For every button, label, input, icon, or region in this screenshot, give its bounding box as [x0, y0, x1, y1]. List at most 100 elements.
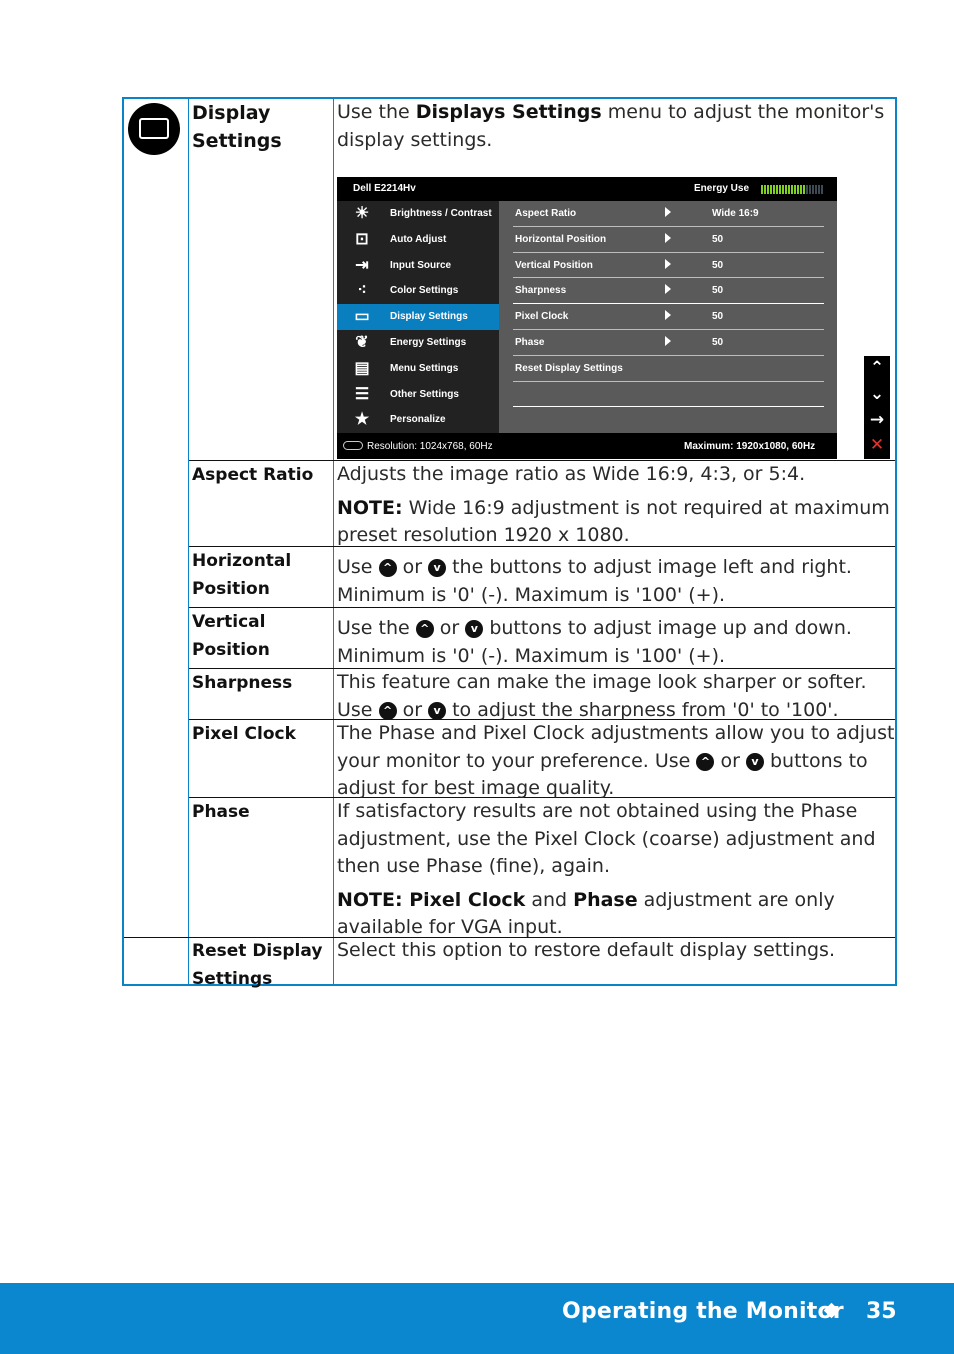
osd-submenu-item[interactable]: Pixel Clock 50 [513, 304, 824, 330]
osd-submenu-item[interactable]: Phase 50 [513, 330, 824, 356]
intro-text: Use the [337, 101, 416, 123]
osd-submenu-item[interactable]: Vertical Position 50 [513, 253, 824, 279]
up-chevron-icon[interactable]: ⌃ [864, 356, 890, 382]
energy-segment [821, 185, 823, 194]
desc-text: Minimum is '0' (-). Maximum is '100' (+)… [337, 583, 726, 606]
osd-menu-item-label: Other Settings [390, 388, 459, 400]
right-triangle-icon [665, 310, 671, 321]
energy-segment [788, 185, 790, 194]
row-label-phase: Phase [192, 802, 250, 822]
energy-segment [782, 185, 784, 194]
osd-menu-item[interactable]: ⁖ Color Settings [337, 278, 499, 304]
vga-connector-icon [343, 441, 363, 450]
chapter-title: Operating the Monitor [562, 1299, 844, 1324]
osd-menu: Dell E2214Hv Energy Use ☀ Brightness / Co… [337, 177, 837, 459]
note-bold: Phase [573, 888, 638, 911]
display-settings-icon [128, 103, 180, 155]
energy-segment [770, 185, 772, 194]
osd-menu-item[interactable]: ☀ Brightness / Contrast [337, 201, 499, 227]
energy-segment [797, 185, 799, 194]
osd-submenu-value: 50 [712, 233, 724, 245]
row-desc-sharpness: This feature can make the image look sha… [337, 669, 899, 724]
osd-submenu-item[interactable]: Reset Display Settings [513, 356, 824, 382]
desc-text: If satisfactory results are not obtained… [337, 800, 876, 877]
other-settings-icon: ☰ [354, 385, 370, 403]
right-triangle-icon [665, 207, 671, 217]
energy-segment [779, 185, 781, 194]
osd-menu-item-label: Brightness / Contrast [390, 208, 492, 219]
energy-segment [785, 185, 787, 194]
osd-submenu-label: Vertical Position [515, 259, 593, 271]
desc-text: or [396, 556, 429, 578]
osd-submenu-value: Wide 16:9 [712, 208, 759, 219]
osd-submenu-label: Sharpness [515, 285, 567, 297]
energy-segment [767, 185, 769, 194]
osd-menu-item-label: Color Settings [390, 285, 459, 297]
osd-submenu-value: 50 [712, 259, 724, 271]
energy-segment [776, 185, 778, 194]
energy-use-label: Energy Use [694, 183, 750, 194]
desc-text: or [433, 617, 466, 639]
osd-main-menu: ☀ Brightness / Contrast ⊡ Auto Adjust ⇥ Input… [337, 201, 499, 433]
note: NOTE: Pixel Clock and Phase adjustment a… [337, 887, 897, 942]
osd-menu-item[interactable]: ★ Personalize [337, 407, 499, 433]
energy-segment [809, 185, 811, 194]
osd-menu-item[interactable]: ▭ Display Settings [337, 304, 499, 330]
up-button-icon: ^ [378, 559, 397, 577]
note: NOTE: Wide 16:9 adjustment is not requir… [337, 495, 897, 550]
osd-menu-item[interactable]: ⊡ Auto Adjust [337, 227, 499, 253]
star-icon: ★ [354, 411, 370, 429]
auto-adjust-icon: ⊡ [355, 230, 369, 248]
energy-segment [800, 185, 802, 194]
osd-submenu-item[interactable]: Horizontal Position 50 [513, 227, 824, 253]
energy-segment [815, 185, 817, 194]
resolution-text: Resolution: 1024x768, 60Hz [367, 441, 493, 452]
right-triangle-icon [665, 336, 671, 346]
osd-submenu-item[interactable]: Sharpness 50 [513, 278, 824, 305]
current-resolution: Resolution: 1024x768, 60Hz [343, 441, 493, 452]
display-settings-icon: ▭ [354, 308, 370, 326]
right-arrow-icon[interactable]: → [864, 408, 890, 434]
energy-leaf-icon: ❦ [355, 334, 369, 351]
desc-text: Adjusts the image ratio as Wide 16:9, 4:… [337, 463, 806, 485]
energy-segment [773, 185, 775, 194]
row-desc-aspect-ratio: Adjusts the image ratio as Wide 16:9, 4:… [337, 461, 897, 550]
osd-menu-item-label: Display Settings [390, 311, 468, 323]
desc-text: or [714, 749, 746, 772]
column-divider [188, 99, 189, 984]
osd-menu-item[interactable]: ⇥ Input Source [337, 253, 499, 279]
note-text: and [525, 888, 574, 911]
close-icon[interactable]: ✕ [864, 433, 890, 459]
osd-menu-item-label: Input Source [390, 259, 452, 271]
section-label: Display Settings [192, 102, 282, 152]
section-intro: Use the Displays Settings menu to adjust… [337, 99, 897, 154]
osd-submenu-label: Phase [515, 337, 545, 348]
desc-text: Use [337, 556, 379, 578]
osd-submenu-item[interactable]: Aspect Ratio Wide 16:9 [513, 201, 824, 227]
desc-text: Use the [337, 617, 416, 639]
energy-segment [818, 185, 820, 194]
color-settings-icon: ⁖ [357, 282, 367, 300]
down-button-icon: v [428, 559, 447, 577]
osd-submenu-value: 50 [712, 285, 724, 297]
osd-menu-item[interactable]: ▤ Menu Settings [337, 356, 499, 382]
up-button-icon: ^ [378, 701, 397, 720]
down-chevron-icon[interactable]: ⌄ [864, 382, 890, 408]
osd-menu-item-label: Menu Settings [390, 362, 459, 374]
osd-menu-item-label: Personalize [390, 414, 446, 426]
desc-text: or [396, 698, 429, 721]
maximum-resolution: Maximum: 1920x1080, 60Hz [684, 441, 816, 452]
energy-use-meter [761, 185, 823, 194]
energy-segment [806, 185, 808, 194]
osd-menu-item[interactable]: ❦ Energy Settings [337, 330, 499, 356]
row-desc-phase: If satisfactory results are not obtained… [337, 798, 897, 942]
osd-header: Dell E2214Hv Energy Use [337, 177, 837, 201]
desc-text: to adjust the sharpness from '0' to '100… [446, 698, 839, 721]
energy-segment [791, 185, 793, 194]
row-label-vertical-position: Vertical Position [192, 612, 270, 660]
osd-submenu-label: Pixel Clock [515, 311, 569, 323]
desc-text: Minimum is '0' (-). Maximum is '100' (+)… [337, 644, 726, 667]
osd-nav-buttons: ⌃ ⌄ → ✕ [864, 356, 890, 459]
down-button-icon: v [465, 620, 484, 638]
osd-menu-item[interactable]: ☰ Other Settings [337, 382, 499, 408]
